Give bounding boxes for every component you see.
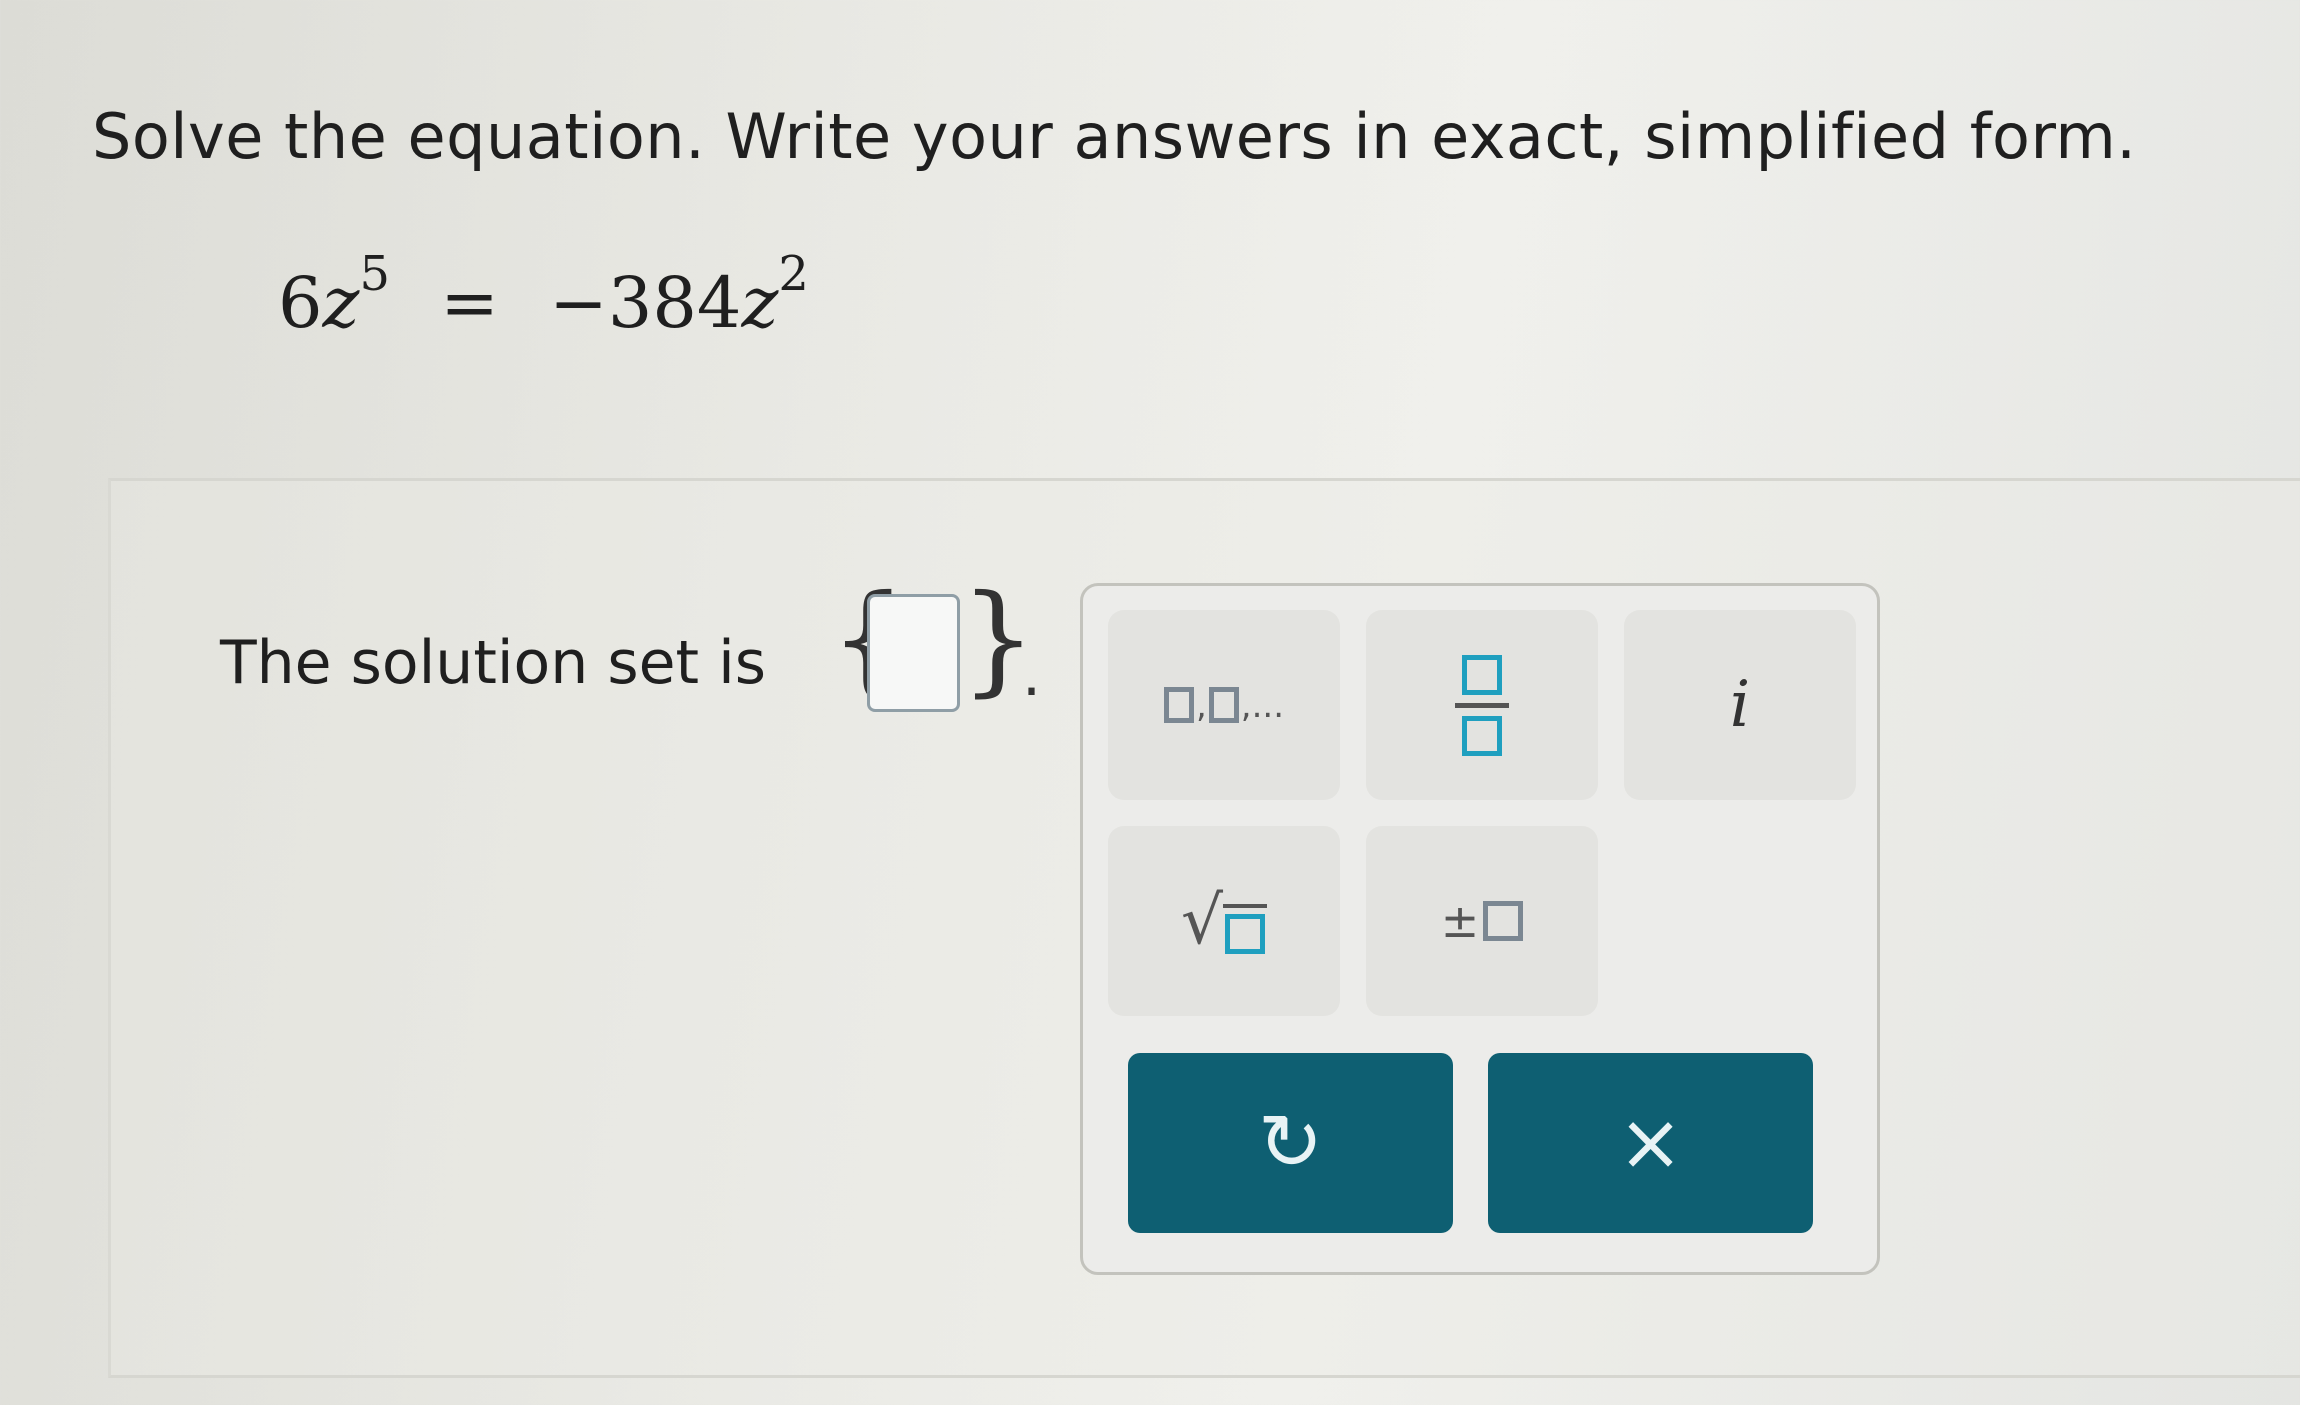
equation-right-exponent: 2: [778, 246, 809, 302]
undo-icon: ↻: [1257, 1098, 1324, 1188]
solution-answer-input[interactable]: [867, 594, 960, 712]
equation-left-variable: z: [322, 262, 360, 344]
clear-button[interactable]: ×: [1488, 1053, 1813, 1233]
undo-button[interactable]: ↻: [1128, 1053, 1453, 1233]
equation-left-coefficient: 6: [278, 262, 323, 344]
fraction-key[interactable]: [1366, 610, 1598, 800]
clear-icon: ×: [1617, 1098, 1684, 1188]
radical-sign: √: [1180, 882, 1224, 959]
list-key-suffix: ,...: [1240, 686, 1285, 726]
equation-left-exponent: 5: [359, 246, 390, 302]
plus-minus-sign: ±: [1440, 894, 1480, 948]
fraction-icon: [1455, 654, 1509, 756]
square-root-icon: √: [1180, 882, 1268, 959]
equation-right-coefficient: −384: [549, 262, 742, 344]
square-root-key[interactable]: √: [1108, 826, 1340, 1016]
math-keypad: , ,... i √ ± ↻ ×: [1080, 583, 1880, 1275]
imaginary-unit-label: i: [1729, 668, 1751, 742]
plus-minus-icon: ±: [1441, 894, 1524, 948]
list-key[interactable]: , ,...: [1108, 610, 1340, 800]
list-icon: , ,...: [1163, 686, 1285, 726]
question-instruction: Solve the equation. Write your answers i…: [92, 100, 2137, 173]
equation-right-variable: z: [741, 262, 779, 344]
sentence-period: .: [1022, 640, 1042, 710]
equation: 6z5 = −384z2: [278, 246, 809, 344]
solution-set-label: The solution set is: [220, 628, 767, 698]
imaginary-unit-key[interactable]: i: [1624, 610, 1856, 800]
plus-minus-key[interactable]: ±: [1366, 826, 1598, 1016]
equation-equals: =: [440, 262, 499, 344]
